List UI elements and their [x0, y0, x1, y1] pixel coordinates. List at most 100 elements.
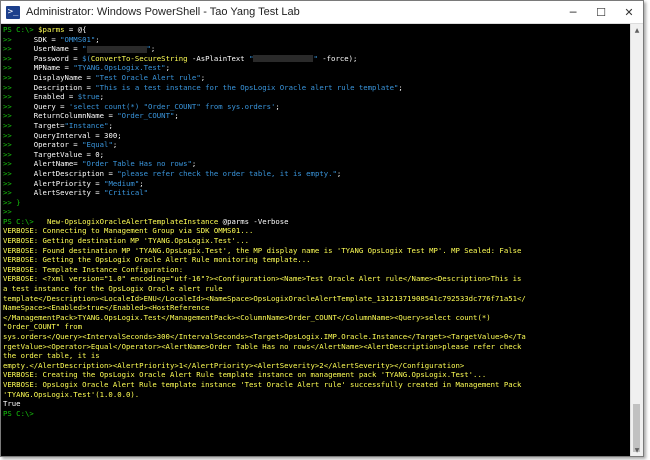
- console-text: ;: [174, 111, 179, 121]
- console-text: VERBOSE: Getting destination MP 'TYANG.O…: [3, 236, 250, 246]
- console-line: >> AlertPriority = "Medium";: [3, 179, 631, 189]
- console-text: >>: [3, 53, 34, 63]
- console-text: NameSpace><Enabled>true</Enabled><HostRe…: [3, 303, 210, 313]
- console-text: >>: [3, 140, 34, 150]
- console-text: >>: [3, 44, 34, 54]
- console-text: New-OpsLogixOracleAlertTemplateInstance: [46, 216, 219, 226]
- console-text: ;: [200, 72, 206, 82]
- console-text: MPName =: [33, 63, 74, 73]
- scroll-up-arrow-icon[interactable]: ▲: [631, 24, 643, 36]
- console-text: TargetValue = 0;: [33, 149, 105, 159]
- console-line: PS C:\> New-OpsLogixOracleAlertTemplateI…: [3, 217, 631, 227]
- console-line: "Order_COUNT" from: [3, 322, 631, 332]
- console-line: PS C:\>: [3, 409, 631, 419]
- console-line: >> AlertSeverity = "Critical": [3, 188, 631, 198]
- console-text: template</Description><LocaleId>ENU</Loc…: [3, 293, 526, 303]
- console-text: VERBOSE: Found destination MP 'TYANG.Ops…: [3, 245, 522, 255]
- console-line: 'TYANG.OpsLogix.Test'(1.0.0.0).: [3, 390, 631, 400]
- console-text: $parms: [38, 25, 65, 34]
- console-line: VERBOSE: <?xml version="1.0" encoding="u…: [3, 274, 631, 284]
- console-text: ;: [99, 92, 105, 102]
- console-text: ;: [336, 168, 342, 178]
- console-text: </ManagementPack>TYANG.OpsLogix.Test</Ma…: [3, 312, 491, 322]
- console-line: >> MPName = "TYANG.OpsLogix.Test";: [3, 63, 631, 73]
- console-text: AlertName=: [33, 159, 83, 169]
- console-text: Password =: [33, 53, 83, 63]
- console-line: >> Enabled = $true;: [3, 92, 631, 102]
- console-text: >>: [3, 159, 34, 169]
- console-text: "This is a test instance for the OpsLogi…: [95, 82, 399, 92]
- console-text: ;: [108, 120, 113, 130]
- console-text: "Order_COUNT": [117, 111, 175, 121]
- console-text: >>: [3, 149, 34, 159]
- powershell-icon: >_: [6, 5, 20, 19]
- minimize-button[interactable]: ─: [559, 1, 587, 23]
- console-text: AlertDescription =: [33, 168, 118, 178]
- console-line: VERBOSE: Connecting to Management Group …: [3, 226, 631, 236]
- console-text: ;: [95, 34, 100, 44]
- console-text: >>: [3, 92, 34, 102]
- console-text: 'TYANG.OpsLogix.Test'(1.0.0.0).: [3, 389, 140, 399]
- console-line: VERBOSE: OpsLogix Oracle Alert Rule temp…: [3, 380, 631, 390]
- console-text: >>: [3, 63, 34, 73]
- console-line: >> Query = 'select count(*) "Order_COUNT…: [3, 102, 631, 112]
- close-button[interactable]: ✕: [615, 1, 643, 23]
- console-text: ;: [112, 140, 118, 150]
- console-line: >> Target="Instance";: [3, 121, 631, 131]
- console-text: "Test Oracle Alert rule": [95, 72, 201, 82]
- console-text: UserName =: [33, 44, 83, 54]
- console-text: >>: [3, 188, 34, 198]
- console-text: Query =: [33, 101, 69, 111]
- console-text: ;: [150, 44, 156, 54]
- redacted-text: [253, 55, 314, 63]
- console-text: >>: [3, 120, 34, 130]
- console-output[interactable]: PS C:\> $parms = @{>> SDK = "OMMS01"; >> …: [1, 24, 631, 456]
- console-text: Operator =: [33, 140, 83, 150]
- console-line: >> SDK = "OMMS01";: [3, 35, 631, 45]
- redacted-text: [86, 45, 147, 53]
- console-text: VERBOSE: Getting the OpsLogix Oracle Ale…: [3, 255, 311, 265]
- vertical-scrollbar[interactable]: ▲ ▼: [630, 24, 643, 456]
- scroll-down-arrow-icon[interactable]: ▼: [631, 444, 643, 456]
- console-text: the order table, it is: [3, 351, 100, 361]
- console-line: >> }: [3, 198, 631, 208]
- console-text: VERBOSE: Connecting to Management Group …: [3, 226, 254, 236]
- console-line: >> TargetValue = 0;: [3, 150, 631, 160]
- console-line: sys.orders</Query><IntervalSeconds>300</…: [3, 332, 631, 342]
- console-text: ;: [139, 178, 144, 188]
- console-line: >> UserName = " ";: [3, 44, 631, 54]
- console-line: True: [3, 399, 631, 409]
- console-text: PS C:\>: [3, 25, 39, 34]
- console-text: ;: [165, 63, 170, 73]
- window-title: Administrator: Windows PowerShell - Tao …: [26, 6, 300, 18]
- console-line: VERBOSE: Getting destination MP 'TYANG.O…: [3, 236, 631, 246]
- console-text: "Order Table Has no rows": [82, 159, 192, 169]
- console-text: VERBOSE: OpsLogix Oracle Alert Rule temp…: [3, 379, 522, 389]
- console-text: "Instance": [64, 120, 109, 130]
- console-line: VERBOSE: Template Instance Configuration…: [3, 265, 631, 275]
- console-text: ;: [191, 159, 197, 169]
- console-text: >>: [3, 168, 34, 178]
- console-line: the order table, it is: [3, 351, 631, 361]
- console-text: QueryInterval = 300;: [33, 130, 122, 140]
- console-line: >> Password = $(ConvertTo-SecureString -…: [3, 54, 631, 64]
- console-line: >> Description = "This is a test instanc…: [3, 83, 631, 93]
- console-text: PS C:\>: [3, 408, 39, 418]
- console-text: AlertSeverity =: [33, 188, 105, 198]
- console-line: VERBOSE: Found destination MP 'TYANG.Ops…: [3, 246, 631, 256]
- console-text: >>: [3, 82, 34, 92]
- console-text: "Critical": [104, 188, 148, 198]
- console-text: VERBOSE: Creating the OpsLogix Oracle Al…: [3, 370, 487, 380]
- console-text: >>: [3, 111, 34, 121]
- console-text: AlertPriority =: [33, 178, 105, 188]
- console-line: PS C:\> $parms = @{: [3, 25, 631, 35]
- console-text: VERBOSE: Template Instance Configuration…: [3, 264, 184, 274]
- console-line: >> QueryInterval = 300;: [3, 131, 631, 141]
- console-text: empty.</AlertDescription><AlertPriority>…: [3, 360, 465, 370]
- console-text: 'select count(*) "Order_COUNT" from sys.…: [68, 101, 276, 111]
- console-line: VERBOSE: Creating the OpsLogix Oracle Al…: [3, 370, 631, 380]
- maximize-button[interactable]: ☐: [587, 1, 615, 23]
- console-text: Description =: [33, 82, 96, 92]
- title-bar[interactable]: >_ Administrator: Windows PowerShell - T…: [1, 1, 643, 24]
- console-text: PS C:\>: [3, 216, 47, 226]
